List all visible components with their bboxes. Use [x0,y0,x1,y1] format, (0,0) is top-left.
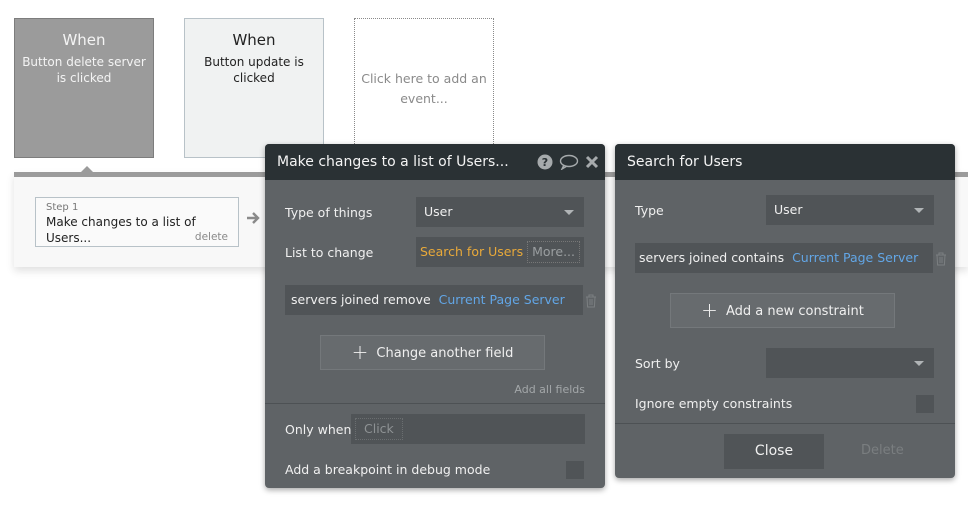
close-button[interactable]: Close [724,434,824,469]
search-panel-title: Search for Users [627,154,743,170]
trash-icon[interactable] [935,251,947,266]
trash-icon[interactable] [585,293,597,308]
event-card-update[interactable]: When Button update is clicked [184,18,324,158]
change-another-field-label: Change another field [376,346,514,361]
workflow-step-1[interactable]: Step 1 Make changes to a list of Users..… [35,197,239,247]
divider [265,403,605,404]
add-all-fields-link[interactable]: Add all fields [514,383,585,396]
add-constraint-button[interactable]: + Add a new constraint [670,293,895,328]
arrow-right-icon [246,210,260,229]
type-value: User [774,202,803,217]
list-to-change-label: List to change [285,245,374,260]
only-when-input[interactable]: Click [351,414,585,444]
change-field-value[interactable]: Current Page Server [439,292,565,307]
constraint-operator[interactable]: contains [731,250,784,265]
only-when-placeholder[interactable]: Click [355,418,403,440]
plus-icon: + [701,298,718,322]
action-property-editor: Make changes to a list of Users... ? Typ… [265,144,605,488]
type-label: Type [635,203,664,218]
event-when-label: When [232,31,276,49]
selected-event-indicator [80,166,94,173]
constraint-value[interactable]: Current Page Server [792,250,918,265]
breakpoint-label: Add a breakpoint in debug mode [285,462,491,477]
event-description: Button update is clicked [204,55,304,85]
chevron-down-icon [914,361,924,366]
event-when-label: When [62,31,106,49]
step-number: Step 1 [46,202,79,213]
comment-icon[interactable] [559,154,579,170]
chevron-down-icon [564,210,574,215]
breakpoint-checkbox[interactable] [566,461,584,479]
only-when-label: Only when [285,422,352,437]
add-event-label: Click here to add an event... [361,71,487,106]
divider [615,423,955,424]
list-to-change-input[interactable]: Search for Users More... [416,237,584,267]
ignore-empty-label: Ignore empty constraints [635,396,793,411]
close-icon[interactable] [585,155,599,169]
ignore-empty-checkbox[interactable] [916,395,934,413]
action-panel-title: Make changes to a list of Users... [277,154,509,170]
type-of-things-label: Type of things [285,205,373,220]
change-field-operator[interactable]: remove [383,292,430,307]
constraint-row[interactable]: servers joined contains Current Page Ser… [635,243,933,273]
search-panel-header: Search for Users [615,144,955,180]
type-of-things-value: User [424,204,453,219]
add-event-button[interactable]: Click here to add an event... [354,18,494,144]
change-another-field-button[interactable]: + Change another field [320,335,545,370]
list-to-change-expression[interactable]: Search for Users [420,244,523,259]
delete-button[interactable]: Delete [861,443,904,458]
more-button[interactable]: More... [527,241,581,263]
type-dropdown[interactable]: User [766,195,934,225]
sort-by-label: Sort by [635,356,680,371]
add-constraint-label: Add a new constraint [725,304,864,319]
plus-icon: + [351,340,369,364]
event-card-delete-server[interactable]: When Button delete server is clicked [14,18,154,158]
change-field-row[interactable]: servers joined remove Current Page Serve… [285,285,583,315]
action-panel-header: Make changes to a list of Users... ? [265,144,605,180]
search-property-editor: Search for Users Type User servers joine… [615,144,955,478]
step-delete-link[interactable]: delete [195,231,228,243]
type-of-things-dropdown[interactable]: User [416,197,584,227]
chevron-down-icon [914,208,924,213]
constraint-field[interactable]: servers joined [639,250,727,265]
sort-by-dropdown[interactable] [766,348,934,378]
event-description: Button delete server is clicked [22,55,146,85]
help-icon[interactable]: ? [537,154,553,170]
change-field-name[interactable]: servers joined [291,292,379,307]
svg-text:?: ? [542,156,548,169]
